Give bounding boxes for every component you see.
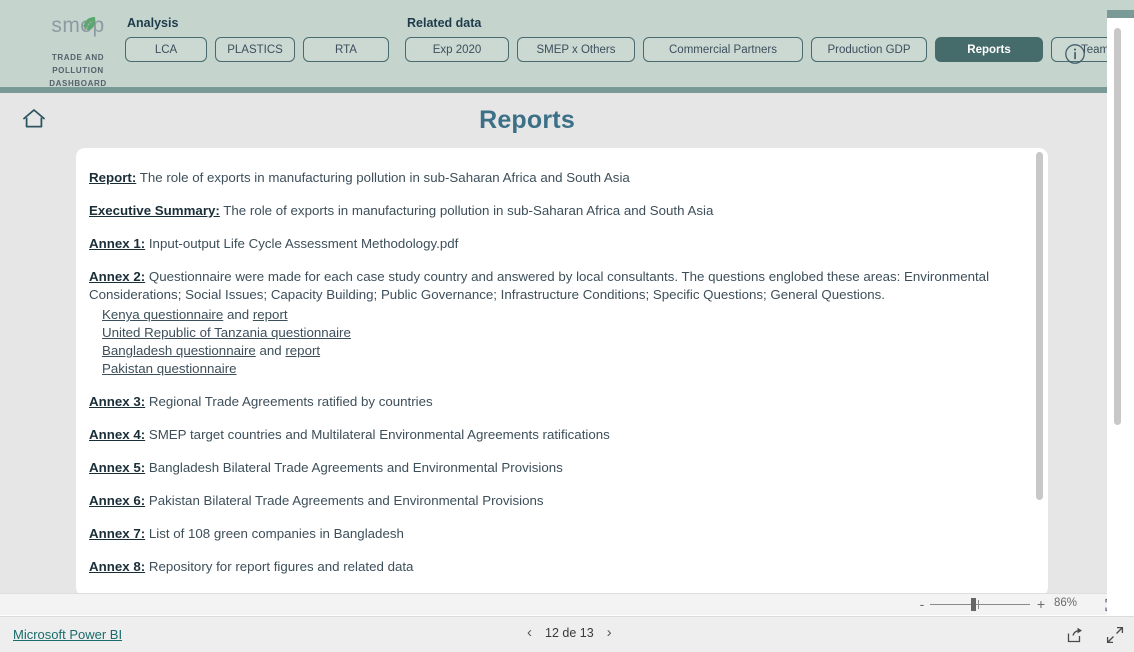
report-item-annex-3[interactable]: Annex 3: Regional Trade Agreements ratif…	[89, 393, 1019, 411]
report-item-annex-1[interactable]: Annex 1: Input-output Life Cycle Assessm…	[89, 235, 1019, 253]
report-item-text: Bangladesh Bilateral Trade Agreements an…	[145, 460, 563, 475]
report-item-annex-4[interactable]: Annex 4: SMEP target countries and Multi…	[89, 426, 1019, 444]
logo-tagline-line1: TRADE AND	[51, 53, 105, 62]
report-item-text: The role of exports in manufacturing pol…	[219, 203, 714, 218]
info-icon[interactable]	[1064, 43, 1086, 65]
zoom-slider-thumb[interactable]	[971, 598, 976, 611]
fullscreen-icon[interactable]	[1106, 626, 1124, 649]
report-item-text: Pakistan Bilateral Trade Agreements and …	[145, 493, 544, 508]
report-item-annex-8[interactable]: Annex 8: Repository for report figures a…	[89, 558, 1019, 576]
scrollbar-rail-accent-fill	[1107, 10, 1134, 18]
report-item-label: Executive Summary:	[89, 203, 220, 218]
app-header: smep TRADE AND POLLUTION DASHBOARD Analy…	[0, 0, 1134, 89]
logo-wordmark: smep	[51, 14, 105, 37]
zoom-slider-tick	[978, 600, 979, 609]
link-bangladesh-questionnaire[interactable]: Bangladesh questionnaire	[102, 343, 256, 358]
link-kenya-questionnaire[interactable]: Kenya questionnaire	[102, 307, 223, 322]
page-scrollbar-thumb[interactable]	[1114, 28, 1121, 425]
report-item-label: Annex 6:	[89, 493, 146, 508]
report-canvas: Reports Report: The role of exports in m…	[0, 93, 1107, 593]
report-item-label: Annex 5:	[89, 460, 146, 475]
page-title: Reports	[479, 106, 575, 134]
page-navigator: ‹ 12 de 13 ›	[527, 625, 612, 641]
report-item-annex-7[interactable]: Annex 7: List of 108 green companies in …	[89, 525, 1019, 543]
report-item-annex-6[interactable]: Annex 6: Pakistan Bilateral Trade Agreem…	[89, 492, 1019, 510]
brand-logo: smep TRADE AND POLLUTION DASHBOARD	[38, 2, 118, 89]
nav-button-exp-2020[interactable]: Exp 2020	[405, 37, 509, 62]
report-item-text: SMEP target countries and Multilateral E…	[145, 427, 610, 442]
report-item-text: Repository for report figures and relate…	[145, 559, 414, 574]
report-item-text: The role of exports in manufacturing pol…	[136, 170, 630, 185]
reports-list: Report: The role of exports in manufactu…	[76, 148, 1048, 593]
app-footer: Microsoft Power BI ‹ 12 de 13 ›	[0, 616, 1134, 652]
report-item-label: Annex 8:	[89, 559, 146, 574]
sublink-joiner: and	[255, 343, 286, 358]
nav-button-reports[interactable]: Reports	[935, 37, 1043, 62]
report-item-text: Regional Trade Agreements ratified by co…	[145, 394, 433, 409]
report-item-annex-2: Annex 2: Questionnaire were made for eac…	[89, 268, 1019, 378]
nav-button-rta[interactable]: RTA	[303, 37, 389, 62]
sublink-row-kenya: Kenya questionnaire and report	[102, 306, 1019, 324]
report-item-label: Annex 2:	[89, 269, 146, 284]
sublink-row-tanzania: United Republic of Tanzania questionnair…	[102, 324, 1019, 342]
nav-group-analysis-buttons: LCA PLASTICS RTA	[125, 37, 389, 62]
leaf-icon	[79, 14, 99, 39]
nav-button-lca[interactable]: LCA	[125, 37, 207, 62]
chevron-left-icon[interactable]: ‹	[527, 625, 532, 641]
sublink-row-pakistan: Pakistan questionnaire	[102, 360, 1019, 378]
zoom-bar: - + 86%	[0, 593, 1123, 615]
report-item-label: Annex 1:	[89, 236, 146, 251]
nav-group-related-data: Related data Exp 2020 SMEP x Others Comm…	[405, 16, 1134, 62]
power-bi-link[interactable]: Microsoft Power BI	[13, 627, 122, 642]
nav-group-related-data-buttons: Exp 2020 SMEP x Others Commercial Partne…	[405, 37, 1134, 62]
report-item-executive-summary[interactable]: Executive Summary: The role of exports i…	[89, 202, 1019, 220]
power-bi-report-app: smep TRADE AND POLLUTION DASHBOARD Analy…	[0, 0, 1134, 652]
card-scrollbar-thumb[interactable]	[1036, 152, 1043, 500]
nav-group-related-data-title: Related data	[407, 16, 482, 30]
report-item-text: Input-output Life Cycle Assessment Metho…	[145, 236, 459, 251]
scrollbar-rail-header-fill	[1107, 0, 1134, 10]
reports-card: Report: The role of exports in manufactu…	[76, 148, 1048, 593]
nav-group-analysis: Analysis LCA PLASTICS RTA	[125, 16, 389, 62]
report-item-report[interactable]: Report: The role of exports in manufactu…	[89, 169, 1019, 187]
sublink-joiner: and	[223, 307, 253, 322]
report-item-text: List of 108 green companies in Banglades…	[145, 526, 404, 541]
link-bangladesh-report[interactable]: report	[285, 343, 320, 358]
logo-mark: smep	[38, 14, 118, 50]
nav-button-production-gdp[interactable]: Production GDP	[811, 37, 927, 62]
zoom-in-button[interactable]: +	[1035, 597, 1047, 611]
link-kenya-report[interactable]: report	[253, 307, 288, 322]
nav-button-commercial-partners[interactable]: Commercial Partners	[643, 37, 803, 62]
report-item-text: Questionnaire were made for each case st…	[89, 269, 990, 302]
nav-button-smep-x-others[interactable]: SMEP x Others	[517, 37, 635, 62]
link-pakistan-questionnaire[interactable]: Pakistan questionnaire	[102, 361, 237, 376]
zoom-out-button[interactable]: -	[916, 597, 928, 611]
sublink-row-bangladesh: Bangladesh questionnaire and report	[102, 342, 1019, 360]
annex-2-sublinks: Kenya questionnaire and report United Re…	[89, 306, 1019, 378]
logo-tagline-line2: POLLUTION	[52, 66, 104, 75]
page-indicator-label: 12 de 13	[545, 626, 594, 640]
nav-button-plastics[interactable]: PLASTICS	[215, 37, 295, 62]
report-item-label: Annex 7:	[89, 526, 146, 541]
nav-group-analysis-title: Analysis	[127, 16, 179, 30]
share-icon[interactable]	[1066, 626, 1084, 649]
report-item-annex-5[interactable]: Annex 5: Bangladesh Bilateral Trade Agre…	[89, 459, 1019, 477]
zoom-slider-track[interactable]	[930, 604, 1030, 605]
report-item-label: Annex 4:	[89, 427, 146, 442]
link-tanzania-questionnaire[interactable]: United Republic of Tanzania questionnair…	[102, 325, 351, 340]
chevron-right-icon[interactable]: ›	[607, 625, 612, 641]
zoom-percent-label: 86%	[1054, 597, 1078, 609]
report-item-label: Annex 3:	[89, 394, 146, 409]
report-item-label: Report:	[89, 170, 137, 185]
